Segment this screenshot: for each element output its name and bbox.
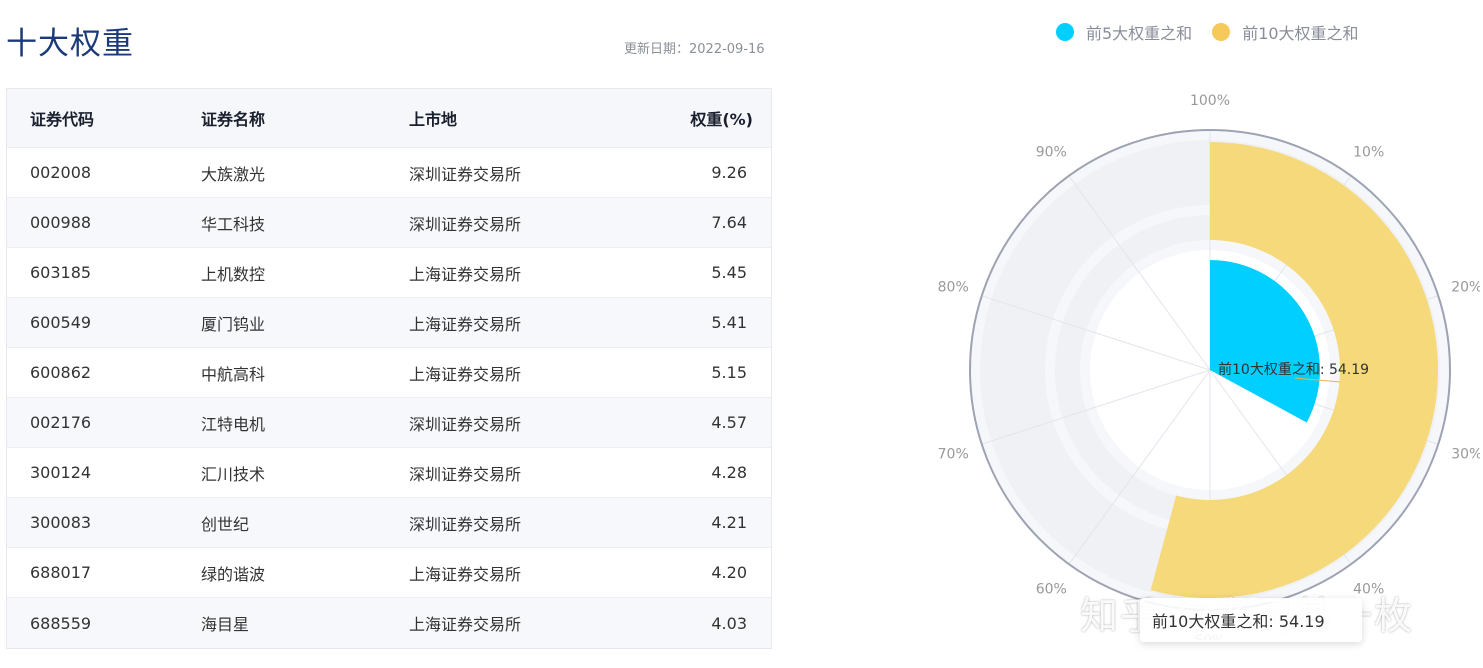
- table-header: 证券代码 证券名称 上市地 权重(%): [7, 89, 771, 148]
- cell-name: 上机数控: [201, 264, 266, 284]
- col-market-header: 上市地: [409, 110, 458, 129]
- cell-weight: 5.15: [711, 363, 747, 382]
- legend-dot-top5: [1056, 23, 1074, 41]
- axis-tick-label: 20%: [1451, 280, 1480, 296]
- cell-code: 600862: [30, 363, 92, 382]
- cell-market: 深圳证券交易所: [409, 214, 522, 234]
- center-value-label: 前10大权重之和: 54.19: [1218, 361, 1369, 378]
- holdings-table: 证券代码 证券名称 上市地 权重(%) 002008 大族激光 深圳证券交易所 9.2…: [6, 88, 772, 649]
- cell-weight: 4.28: [711, 463, 747, 482]
- axis-tick-label: 10%: [1353, 145, 1384, 161]
- cell-market: 深圳证券交易所: [409, 514, 522, 534]
- cell-weight: 9.26: [711, 163, 747, 182]
- cell-market: 上海证券交易所: [409, 564, 522, 584]
- page-title: 十大权重: [6, 26, 134, 62]
- cell-market: 深圳证券交易所: [409, 414, 522, 434]
- col-weight-header: 权重(%): [690, 110, 753, 129]
- cell-weight: 7.64: [711, 213, 747, 232]
- cell-code: 688017: [30, 563, 92, 582]
- legend-dot-top10: [1212, 23, 1231, 41]
- legend-label-top10: 前10大权重之和: [1242, 24, 1359, 43]
- cell-code: 300083: [30, 513, 92, 532]
- col-name-header: 证券名称: [201, 110, 266, 129]
- cell-name: 海目星: [201, 615, 250, 634]
- table-row: 600549 厦门钨业 上海证券交易所 5.41: [7, 298, 771, 348]
- cell-market: 深圳证券交易所: [409, 164, 522, 184]
- cell-weight: 5.45: [711, 263, 747, 282]
- legend-label-top5: 前5大权重之和: [1086, 24, 1193, 43]
- chart-legend: 前5大权重之和 前10大权重之和: [1056, 20, 1359, 44]
- cell-code: 600549: [30, 313, 92, 332]
- legend-item-top5[interactable]: 前5大权重之和: [1056, 20, 1192, 44]
- axis-tick-label: 90%: [1036, 145, 1067, 161]
- table-row: 688559 海目星 上海证券交易所 4.03: [7, 598, 771, 648]
- chart-tooltip: 前10大权重之和: 54.19: [1140, 598, 1362, 642]
- cell-weight: 4.03: [711, 613, 747, 633]
- axis-tick-label: 60%: [1036, 581, 1067, 597]
- axis-tick-label: 70%: [938, 446, 969, 462]
- cell-name: 厦门钨业: [201, 314, 266, 334]
- cell-market: 上海证券交易所: [409, 314, 522, 334]
- table-row: 000988 华工科技 深圳证券交易所 7.64: [7, 198, 771, 248]
- cell-name: 创世纪: [201, 514, 250, 534]
- cell-name: 绿的谐波: [201, 564, 266, 584]
- legend-item-top10[interactable]: 前10大权重之和: [1212, 20, 1359, 44]
- cell-code: 002008: [30, 163, 92, 182]
- cell-weight: 4.20: [711, 563, 747, 582]
- cell-code: 688559: [30, 613, 92, 633]
- cell-name: 大族激光: [201, 164, 266, 184]
- cell-code: 002176: [30, 413, 92, 432]
- table-row: 300124 汇川技术 深圳证券交易所 4.28: [7, 448, 771, 498]
- cell-market: 上海证券交易所: [409, 615, 522, 634]
- update-date: 更新日期：2022-09-16: [624, 42, 765, 57]
- cell-weight: 4.21: [711, 513, 747, 532]
- cell-weight: 5.41: [711, 313, 747, 332]
- table-row: 002008 大族激光 深圳证券交易所 9.26: [7, 148, 771, 198]
- axis-tick-label: 30%: [1451, 446, 1480, 462]
- cell-market: 深圳证券交易所: [409, 464, 522, 484]
- cell-weight: 4.57: [711, 413, 747, 432]
- table-row: 300083 创世纪 深圳证券交易所 4.21: [7, 498, 771, 548]
- cell-name: 江特电机: [201, 414, 266, 434]
- table-row: 600862 中航高科 上海证券交易所 5.15: [7, 348, 771, 398]
- axis-tick-label: 100%: [1190, 93, 1230, 109]
- col-code-header: 证券代码: [30, 110, 95, 129]
- table-row: 002176 江特电机 深圳证券交易所 4.57: [7, 398, 771, 448]
- axis-tick-label: 80%: [938, 280, 969, 296]
- table-row: 603185 上机数控 上海证券交易所 5.45: [7, 248, 771, 298]
- cell-name: 华工科技: [201, 214, 266, 234]
- cell-market: 上海证券交易所: [409, 264, 522, 284]
- cell-code: 300124: [30, 463, 92, 482]
- table-row: 688017 绿的谐波 上海证券交易所 4.20: [7, 548, 771, 598]
- cell-code: 603185: [30, 263, 92, 282]
- cell-market: 上海证券交易所: [409, 364, 522, 384]
- cell-name: 汇川技术: [201, 464, 266, 484]
- cell-code: 000988: [30, 213, 92, 232]
- polar-bar-chart: 100%10%20%30%40%50%60%70%80%90%前10大权重之和:…: [938, 93, 1480, 640]
- cell-name: 中航高科: [201, 364, 266, 384]
